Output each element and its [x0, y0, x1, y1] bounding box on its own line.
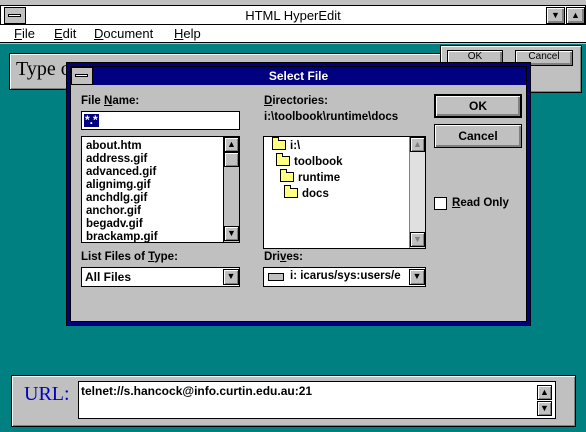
file-list-scroll-down-button[interactable]: ▼ — [224, 226, 239, 241]
file-list-item[interactable]: begadv.gif — [82, 218, 222, 231]
dropdown-arrow-icon: ▼ — [412, 271, 422, 281]
dropdown-arrow-icon: ▼ — [226, 271, 236, 281]
file-list-item[interactable]: address.gif — [82, 153, 222, 166]
drive-icon — [268, 273, 284, 281]
file-name-value: *.* — [84, 113, 99, 127]
directory-scrollbar[interactable]: ▲ ▼ — [409, 137, 425, 248]
dir-item-toolbook[interactable]: toolbook — [272, 153, 343, 169]
dir-item-label: runtime — [298, 172, 341, 184]
cancel-button[interactable]: Cancel — [434, 124, 522, 148]
url-input[interactable]: telnet://s.hancock@info.curtin.edu.au:21… — [78, 381, 556, 419]
list-type-select[interactable]: All Files ▼ — [81, 267, 240, 287]
file-list-scrollbar[interactable]: ▲ ▼ — [223, 137, 239, 242]
arrow-up-icon: ▲ — [227, 139, 236, 149]
dir-item-label: toolbook — [294, 156, 343, 168]
cancel-button-label: Cancel — [458, 129, 498, 143]
directories-label: Directories: — [264, 95, 328, 107]
app-title: HTML HyperEdit — [245, 8, 341, 23]
menu-help-label: H — [174, 26, 184, 41]
directory-scroll-down-button[interactable]: ▼ — [410, 232, 425, 247]
app-title-bar: HTML HyperEdit ▼ ▲ — [0, 5, 586, 25]
ok-button-label: OK — [469, 99, 487, 113]
dir-item-label: i:\ — [290, 140, 301, 152]
directory-scroll-up-button[interactable]: ▲ — [410, 137, 425, 152]
open-folder-icon — [280, 169, 294, 182]
open-folder-icon — [276, 153, 290, 166]
ok-button[interactable]: OK — [434, 94, 522, 118]
file-list-items: about.htm address.gif advanced.gif alignimg… — [82, 140, 222, 244]
dialog-title-bar: Select File — [71, 67, 526, 85]
file-list-item[interactable]: alignimg.gif — [82, 179, 222, 192]
dir-item-runtime[interactable]: runtime — [276, 169, 341, 185]
minimize-icon: ▼ — [551, 10, 560, 20]
directory-list[interactable]: i:\ toolbook runtime docs ▲ ▼ — [263, 136, 426, 249]
file-list-scroll-up-button[interactable]: ▲ — [224, 137, 239, 152]
dialog-title: Select File — [268, 69, 329, 83]
open-folder-icon — [272, 137, 286, 150]
url-panel: URL: telnet://s.hancock@info.curtin.edu.… — [11, 375, 576, 427]
dir-item-label: docs — [302, 188, 329, 200]
file-list-scroll-thumb[interactable] — [224, 152, 239, 167]
read-only-checkbox[interactable] — [434, 197, 447, 210]
file-list-item[interactable]: about.htm — [82, 140, 222, 153]
menu-bar: File Edit Document Help — [0, 25, 586, 43]
file-list-item[interactable]: brackamp.gif — [82, 231, 222, 244]
menu-file[interactable]: File — [14, 26, 35, 41]
maximize-icon: ▲ — [571, 10, 580, 20]
file-list-item[interactable]: advanced.gif — [82, 166, 222, 179]
drives-select[interactable]: i: icarus/sys:users/e ▼ — [263, 267, 426, 287]
menu-document[interactable]: Document — [94, 26, 153, 41]
arrow-down-icon: ▼ — [540, 403, 549, 413]
dir-item-docs[interactable]: docs — [280, 185, 329, 201]
arrow-down-icon: ▼ — [413, 234, 422, 244]
file-name-label: File Name: — [81, 95, 140, 107]
list-type-value: All Files — [85, 270, 132, 284]
file-name-input[interactable]: *.* — [81, 111, 240, 130]
menu-edit-label: E — [54, 26, 63, 41]
file-list-item[interactable]: anchor.gif — [82, 205, 222, 218]
list-type-dropdown-button[interactable]: ▼ — [223, 269, 239, 285]
drive-value: i: icarus/sys:users/e — [290, 270, 401, 282]
url-scroll-down-button[interactable]: ▼ — [537, 401, 552, 416]
menu-file-label: F — [14, 26, 22, 41]
url-scroll-up-button[interactable]: ▲ — [537, 385, 552, 400]
select-file-dialog: Select File File Name: *.* about.htm addr… — [66, 62, 531, 326]
drives-label: Drives: — [264, 251, 304, 263]
arrow-up-icon: ▲ — [540, 387, 549, 397]
dir-item-root[interactable]: i:\ — [268, 137, 301, 153]
arrow-up-icon: ▲ — [413, 139, 422, 149]
url-value: telnet://s.hancock@info.curtin.edu.au:21 — [81, 384, 313, 398]
list-type-label: List Files of Type: — [81, 251, 178, 263]
url-label: URL: — [24, 383, 70, 405]
drives-dropdown-button[interactable]: ▼ — [409, 269, 425, 285]
dialog-frame: Select File File Name: *.* about.htm addr… — [70, 66, 527, 322]
menu-document-label: D — [94, 26, 104, 41]
read-only-label: Read Only — [452, 197, 509, 209]
current-path: i:\toolbook\runtime\docs — [264, 111, 399, 123]
maximize-button[interactable]: ▲ — [566, 7, 585, 24]
menu-help[interactable]: Help — [174, 26, 201, 41]
minimize-button[interactable]: ▼ — [546, 7, 565, 24]
menu-edit[interactable]: Edit — [54, 26, 76, 41]
type-label: Type o — [16, 58, 71, 80]
open-folder-icon — [284, 185, 298, 198]
arrow-down-icon: ▼ — [227, 228, 236, 238]
file-list-item[interactable]: anchdlg.gif — [82, 192, 222, 205]
file-list[interactable]: about.htm address.gif advanced.gif alignimg… — [81, 136, 240, 243]
